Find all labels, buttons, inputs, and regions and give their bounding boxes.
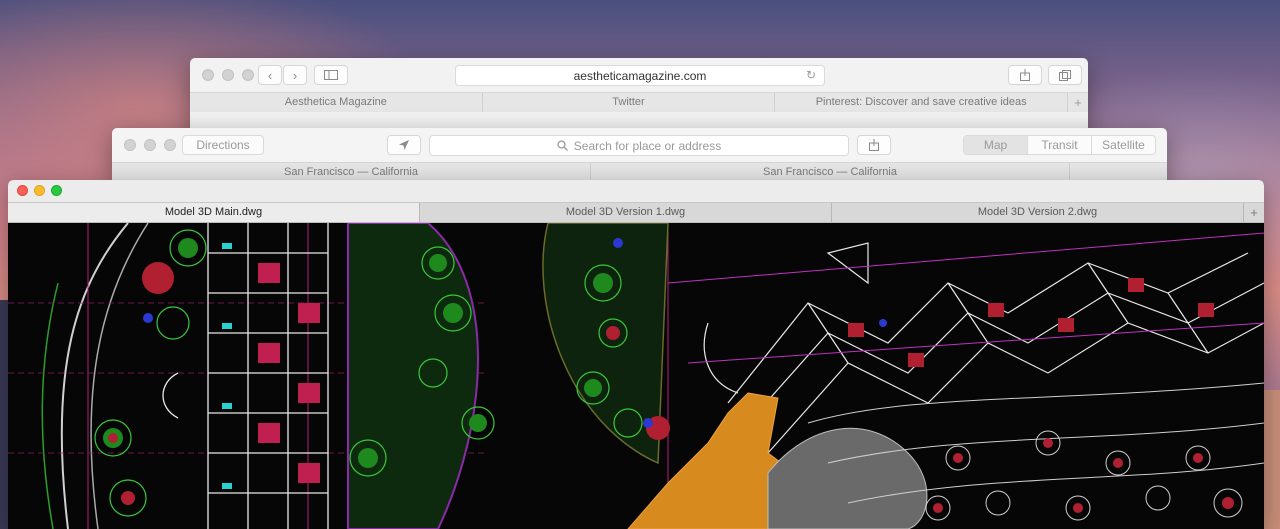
minimize-button[interactable] xyxy=(222,69,234,81)
chevron-left-icon: ‹ xyxy=(267,67,273,83)
mode-map[interactable]: Map xyxy=(964,136,1028,154)
address-bar[interactable]: aestheticamagazine.com ↻ xyxy=(455,65,825,86)
sidebar-button[interactable] xyxy=(314,65,348,85)
sidebar-icon xyxy=(324,70,338,80)
forward-button[interactable]: › xyxy=(283,65,307,85)
tab-san-francisco-1[interactable]: San Francisco — California xyxy=(112,163,591,181)
tabs-overview-button[interactable] xyxy=(1048,65,1082,85)
tabs-icon xyxy=(1059,69,1071,81)
zoom-button[interactable] xyxy=(164,139,176,151)
search-icon xyxy=(557,140,568,151)
drawing-canvas[interactable] xyxy=(8,223,1264,529)
safari-toolbar: ‹ › aestheticamagazine.com ↻ xyxy=(190,58,1088,92)
window-controls xyxy=(202,69,254,81)
cad-titlebar xyxy=(8,180,1264,202)
tab-bar-spacer xyxy=(1070,163,1167,181)
current-location-button[interactable] xyxy=(387,135,421,155)
wallpaper-mountain-right xyxy=(1262,390,1280,529)
share-icon xyxy=(869,139,879,151)
tab-aesthetica[interactable]: Aesthetica Magazine xyxy=(190,93,483,112)
share-icon xyxy=(1020,69,1030,81)
zoom-button[interactable] xyxy=(242,69,254,81)
mode-transit[interactable]: Transit xyxy=(1028,136,1092,154)
back-button[interactable]: ‹ xyxy=(258,65,282,85)
maps-search-field[interactable]: Search for place or address xyxy=(429,135,849,156)
zoom-button[interactable] xyxy=(51,185,62,196)
safari-tab-bar: Aesthetica Magazine Twitter Pinterest: D… xyxy=(190,92,1088,112)
maps-window: Directions Search for place or address M… xyxy=(112,128,1167,186)
share-button[interactable] xyxy=(1008,65,1042,85)
tab-model-3d-main[interactable]: Model 3D Main.dwg xyxy=(8,203,420,222)
safari-window: ‹ › aestheticamagazine.com ↻ Aesthetica … xyxy=(190,58,1088,138)
tab-pinterest[interactable]: Pinterest: Discover and save creative id… xyxy=(775,93,1069,112)
search-placeholder: Search for place or address xyxy=(573,138,722,153)
directions-button[interactable]: Directions xyxy=(182,135,264,155)
share-button[interactable] xyxy=(857,135,891,155)
autocad-window: Model 3D Main.dwg Model 3D Version 1.dwg… xyxy=(8,180,1264,529)
maps-tab-bar: San Francisco — California San Francisco… xyxy=(112,162,1167,181)
minimize-button[interactable] xyxy=(34,185,45,196)
minimize-button[interactable] xyxy=(144,139,156,151)
new-tab-button[interactable]: + xyxy=(1068,93,1088,112)
tab-san-francisco-2[interactable]: San Francisco — California xyxy=(591,163,1070,181)
cad-tab-bar: Model 3D Main.dwg Model 3D Version 1.dwg… xyxy=(8,202,1264,223)
location-arrow-icon xyxy=(399,140,409,150)
close-button[interactable] xyxy=(124,139,136,151)
tab-twitter[interactable]: Twitter xyxy=(483,93,776,112)
window-controls xyxy=(124,139,176,151)
close-button[interactable] xyxy=(17,185,28,196)
tab-model-3d-version-2[interactable]: Model 3D Version 2.dwg xyxy=(832,203,1244,222)
site-plan-drawing xyxy=(8,223,1264,529)
url-text: aestheticamagazine.com xyxy=(573,68,707,83)
tab-model-3d-version-1[interactable]: Model 3D Version 1.dwg xyxy=(420,203,832,222)
map-mode-selector: Map Transit Satellite xyxy=(963,135,1156,155)
close-button[interactable] xyxy=(202,69,214,81)
new-tab-button[interactable]: + xyxy=(1244,203,1264,222)
chevron-right-icon: › xyxy=(292,67,298,83)
window-controls xyxy=(17,185,62,196)
reload-icon[interactable]: ↻ xyxy=(806,68,816,82)
mode-satellite[interactable]: Satellite xyxy=(1092,136,1155,154)
